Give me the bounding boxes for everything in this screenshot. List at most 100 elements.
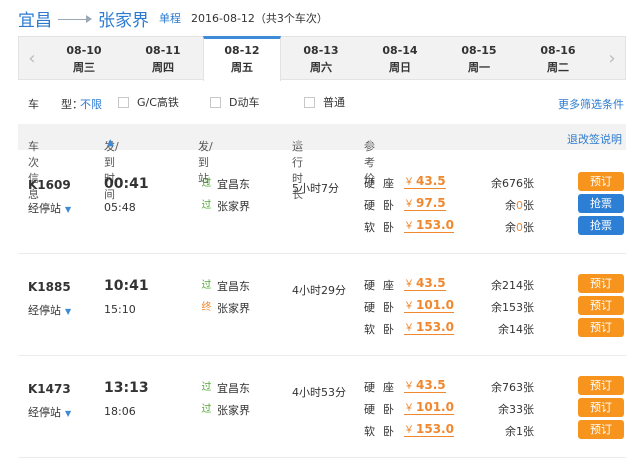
- depart-station: 过宜昌东: [201, 382, 251, 395]
- from-city[interactable]: 宜昌: [18, 6, 52, 31]
- sort-up-icon[interactable]: ▲: [107, 138, 114, 148]
- book-button[interactable]: 预订: [578, 274, 624, 293]
- filter-normal-option[interactable]: 普通: [304, 94, 345, 110]
- book-button[interactable]: 预订: [578, 420, 624, 439]
- seat-price[interactable]: ￥ 101.0: [404, 399, 454, 415]
- terminal-icon: 终: [201, 302, 212, 313]
- depart-station: 过宜昌东: [201, 178, 251, 191]
- stops-dropdown[interactable]: 经停站 ▼: [28, 302, 71, 318]
- seat-price[interactable]: ￥ 43.5: [404, 173, 446, 189]
- tickets-left: 余153张: [491, 301, 534, 314]
- checkbox-icon[interactable]: [210, 96, 221, 108]
- date-tab-3[interactable]: 08-13 周六: [282, 37, 360, 79]
- book-button[interactable]: 预订: [578, 296, 624, 315]
- tickets-left: 余676张: [491, 177, 534, 190]
- seat-price[interactable]: ￥ 97.5: [404, 195, 446, 211]
- train-row: K1473 经停站 ▼ 13:13 18:06 过宜昌东过张家界 4小时53分 硬座 ￥ 43.5…: [18, 358, 626, 458]
- stops-dropdown[interactable]: 经停站 ▼: [28, 200, 71, 216]
- chevron-right-icon[interactable]: ›: [599, 37, 625, 79]
- book-button[interactable]: 预订: [578, 172, 624, 191]
- seat-name: 硬座: [364, 279, 402, 292]
- date-tab-6[interactable]: 08-16 周二: [519, 37, 597, 79]
- pass-icon: 过: [201, 200, 212, 211]
- duration: 4小时53分: [292, 386, 346, 399]
- sort-icon[interactable]: ▲: [295, 138, 302, 148]
- checkbox-icon[interactable]: [118, 96, 129, 108]
- route-header: 宜昌 张家界 单程 2016-08-12（共3个车次）: [18, 6, 328, 31]
- depart-time: 00:41: [104, 176, 149, 192]
- train-type-value[interactable]: 不限: [80, 96, 102, 112]
- date-tab-weekday: 周日: [389, 61, 411, 74]
- seat-name: 软卧: [364, 221, 402, 234]
- tickets-left: 余1张: [505, 425, 534, 438]
- tickets-left: 余33张: [498, 403, 534, 416]
- grab-ticket-button[interactable]: 抢票: [578, 194, 624, 213]
- stops-dropdown[interactable]: 经停站 ▼: [28, 404, 71, 420]
- seat-price[interactable]: ￥ 43.5: [404, 275, 446, 291]
- seat-row: 硬卧 ￥ 97.5 余0张 抢票: [364, 194, 624, 214]
- filter-gc-option[interactable]: G/C高铁: [118, 94, 179, 110]
- date-tab-date: 08-12: [224, 44, 260, 57]
- train-type-label: 车 型：: [28, 98, 83, 111]
- filter-d-option[interactable]: D动车: [210, 94, 259, 110]
- book-button[interactable]: 预订: [578, 376, 624, 395]
- date-tab-weekday: 周三: [73, 61, 95, 74]
- tickets-left: 余0张: [505, 221, 534, 234]
- filter-option-label: G/C高铁: [137, 96, 179, 109]
- sort-icon[interactable]: ▲: [367, 138, 374, 148]
- arrive-time: 15:10: [104, 303, 136, 316]
- date-tab-weekday: 周四: [152, 61, 174, 74]
- route-arrow-icon: [58, 13, 92, 23]
- train-number[interactable]: K1885: [28, 280, 71, 294]
- arrive-time: 05:48: [104, 201, 136, 214]
- date-tab-date: 08-14: [382, 44, 418, 57]
- depart-time: 10:41: [104, 278, 149, 294]
- train-number[interactable]: K1473: [28, 382, 71, 396]
- seat-row: 软卧 ￥ 153.0 余0张 抢票: [364, 216, 624, 236]
- book-button[interactable]: 预订: [578, 318, 624, 337]
- seat-price[interactable]: ￥ 153.0: [404, 319, 454, 335]
- date-tab-weekday: 周二: [547, 61, 569, 74]
- arrive-time: 18:06: [104, 405, 136, 418]
- seat-price[interactable]: ￥ 43.5: [404, 377, 446, 393]
- date-tab-date: 08-11: [145, 44, 181, 57]
- trip-type: 单程: [159, 12, 181, 25]
- checkbox-icon[interactable]: [304, 96, 315, 108]
- seat-name: 硬卧: [364, 301, 402, 314]
- seat-row: 软卧 ￥ 153.0 余1张 预订: [364, 420, 624, 440]
- date-tab-0[interactable]: 08-10 周三: [45, 37, 123, 79]
- date-tab-5[interactable]: 08-15 周一: [440, 37, 518, 79]
- grab-ticket-button[interactable]: 抢票: [578, 216, 624, 235]
- seat-name: 软卧: [364, 425, 402, 438]
- seat-price[interactable]: ￥ 101.0: [404, 297, 454, 313]
- date-tab-weekday: 周五: [231, 61, 253, 74]
- seat-name: 硬座: [364, 381, 402, 394]
- caret-down-icon: ▼: [65, 205, 72, 214]
- chevron-left-icon[interactable]: ‹: [19, 37, 45, 79]
- seat-row: 硬座 ￥ 43.5 余676张 预订: [364, 172, 624, 192]
- filter-option-label: 普通: [323, 96, 345, 109]
- date-tab-1[interactable]: 08-11 周四: [124, 37, 202, 79]
- duration: 4小时29分: [292, 284, 346, 297]
- date-bar: ‹ 08-10 周三 08-11 周四 08-12 周五 08-13 周六 08-14 周日 08-…: [18, 36, 626, 81]
- more-filters-link[interactable]: 更多筛选条件: [558, 96, 624, 112]
- seat-price[interactable]: ￥ 153.0: [404, 217, 454, 233]
- seat-name: 硬卧: [364, 403, 402, 416]
- date-tab-4[interactable]: 08-14 周日: [361, 37, 439, 79]
- caret-down-icon: ▼: [65, 307, 72, 316]
- train-number[interactable]: K1609: [28, 178, 71, 192]
- seat-row: 硬卧 ￥ 101.0 余153张 预订: [364, 296, 624, 316]
- refund-policy-link[interactable]: 退改签说明: [567, 131, 622, 147]
- to-city[interactable]: 张家界: [98, 6, 149, 31]
- seat-row: 软卧 ￥ 153.0 余14张 预订: [364, 318, 624, 338]
- caret-down-icon: ▼: [65, 409, 72, 418]
- arrive-station: 过张家界: [201, 404, 251, 417]
- date-info: 2016-08-12（共3个车次）: [191, 12, 328, 25]
- seat-name: 硬卧: [364, 199, 402, 212]
- date-tab-2[interactable]: 08-12 周五: [203, 36, 281, 81]
- pass-icon: 过: [201, 280, 212, 291]
- seat-price[interactable]: ￥ 153.0: [404, 421, 454, 437]
- seat-name: 软卧: [364, 323, 402, 336]
- book-button[interactable]: 预订: [578, 398, 624, 417]
- seat-row: 硬座 ￥ 43.5 余763张 预订: [364, 376, 624, 396]
